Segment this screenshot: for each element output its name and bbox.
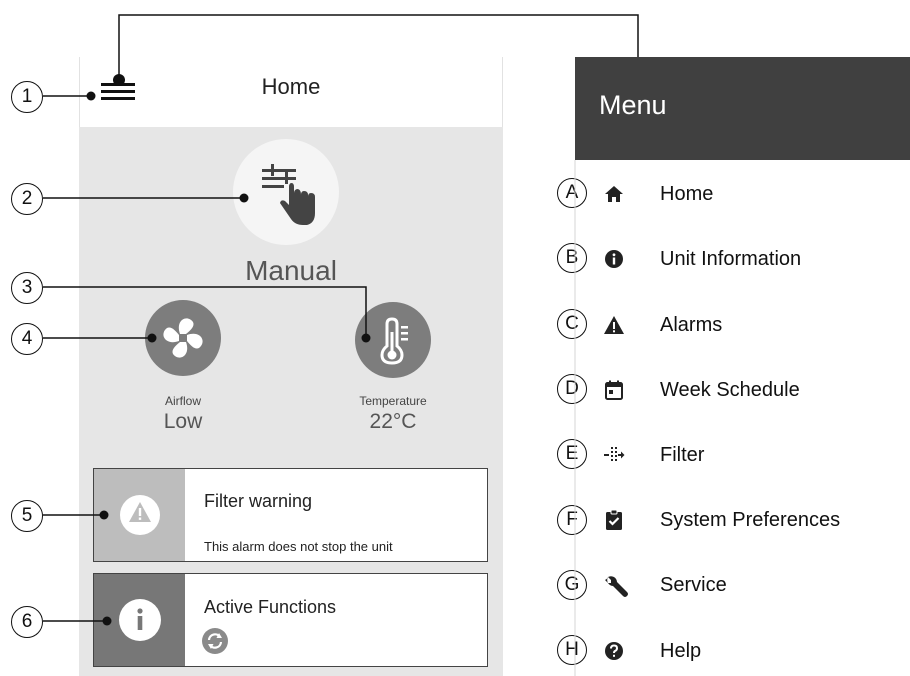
- callout-1: 1: [11, 81, 43, 113]
- callout-lines: [43, 14, 639, 676]
- callout-4: 4: [11, 323, 43, 355]
- callout-3: 3: [11, 272, 43, 304]
- callout-5: 5: [11, 500, 43, 532]
- callout-2: 2: [11, 183, 43, 215]
- callout-6: 6: [11, 606, 43, 638]
